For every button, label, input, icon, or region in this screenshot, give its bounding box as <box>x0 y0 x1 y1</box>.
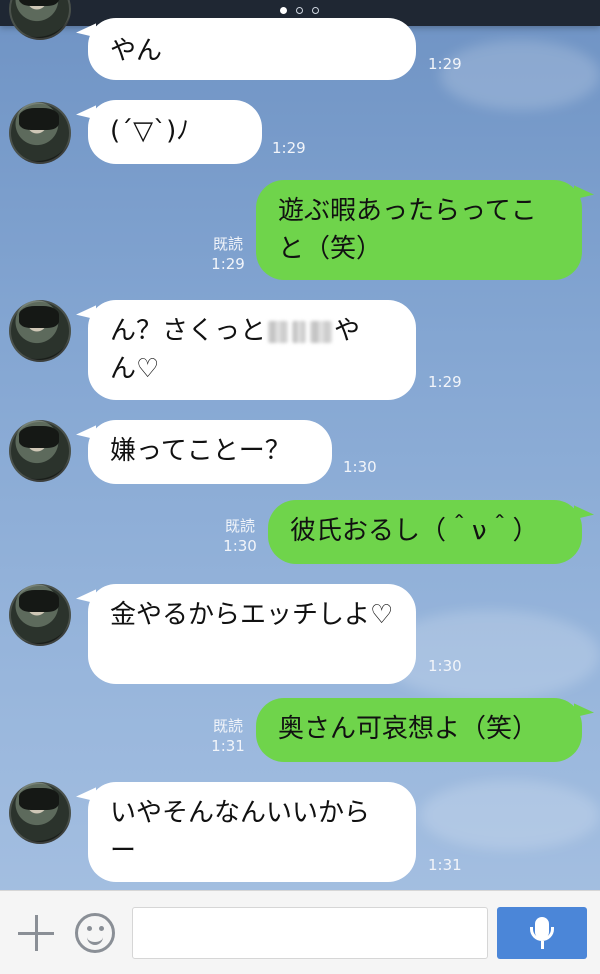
smiley-eye <box>87 926 92 931</box>
outgoing-message: 奥さん可哀想よ（笑） <box>256 698 582 762</box>
censored-text <box>292 320 307 343</box>
read-receipt: 既読 <box>224 517 255 535</box>
background-cloud <box>420 780 600 850</box>
message-time: 1:29 <box>272 139 306 157</box>
incoming-message: (´▽`)ﾉ <box>88 100 262 164</box>
voice-button[interactable] <box>497 907 587 959</box>
message-text: 遊ぶ暇あったらってこと（笑） <box>278 196 537 264</box>
message-time: 1:30 <box>223 537 257 555</box>
message-text: ん♡ <box>110 354 160 384</box>
contact-avatar[interactable] <box>9 782 71 844</box>
incoming-message: ん？さくっと やん♡ <box>88 300 416 400</box>
page-dot <box>312 7 319 14</box>
page-indicator <box>280 7 319 14</box>
message-text: 奥さん可哀想よ（笑） <box>278 714 539 744</box>
message-text: ん？さくっと <box>110 316 267 346</box>
smiley-eye <box>99 926 104 931</box>
censored-text <box>310 320 333 343</box>
background-cloud <box>440 40 600 110</box>
outgoing-message: 彼氏おるし（＾ν＾） <box>268 500 582 564</box>
microphone-icon-arc <box>530 927 554 941</box>
message-text: いやそんなんいいからー <box>110 798 371 866</box>
plus-icon[interactable] <box>16 913 56 953</box>
message-time: 1:29 <box>428 55 462 73</box>
smiley-icon[interactable] <box>75 913 115 953</box>
read-receipt: 既読 <box>212 235 243 253</box>
read-receipt: 既読 <box>212 717 243 735</box>
incoming-message: いやそんなんいいからー <box>88 782 416 882</box>
incoming-message: やん <box>88 18 416 80</box>
contact-avatar[interactable] <box>9 584 71 646</box>
message-text: 彼氏おるし（＾ν＾） <box>290 516 539 546</box>
microphone-icon-stem <box>541 941 544 949</box>
message-input[interactable] <box>132 907 488 959</box>
message-time: 1:29 <box>428 373 462 391</box>
censored-text <box>268 320 289 343</box>
message-time: 1:31 <box>428 856 462 874</box>
message-composer <box>0 890 600 974</box>
contact-avatar[interactable] <box>9 0 71 40</box>
message-text: 金やるからエッチしよ♡ <box>110 600 394 630</box>
message-time: 1:30 <box>428 657 462 675</box>
message-text: (´▽`)ﾉ <box>110 116 190 146</box>
message-text: やん <box>110 36 163 66</box>
page-dot <box>280 7 287 14</box>
message-text: 嫌ってことー？ <box>110 436 291 466</box>
smiley-mouth <box>87 933 103 945</box>
contact-avatar[interactable] <box>9 102 71 164</box>
message-time: 1:30 <box>343 458 377 476</box>
message-text: や <box>334 316 361 346</box>
incoming-message: 嫌ってことー？ <box>88 420 332 484</box>
contact-avatar[interactable] <box>9 420 71 482</box>
page-dot <box>296 7 303 14</box>
message-time: 1:31 <box>211 737 245 755</box>
contact-avatar[interactable] <box>9 300 71 362</box>
incoming-message: 金やるからエッチしよ♡ <box>88 584 416 684</box>
outgoing-message: 遊ぶ暇あったらってこと（笑） <box>256 180 582 280</box>
message-time: 1:29 <box>211 255 245 273</box>
